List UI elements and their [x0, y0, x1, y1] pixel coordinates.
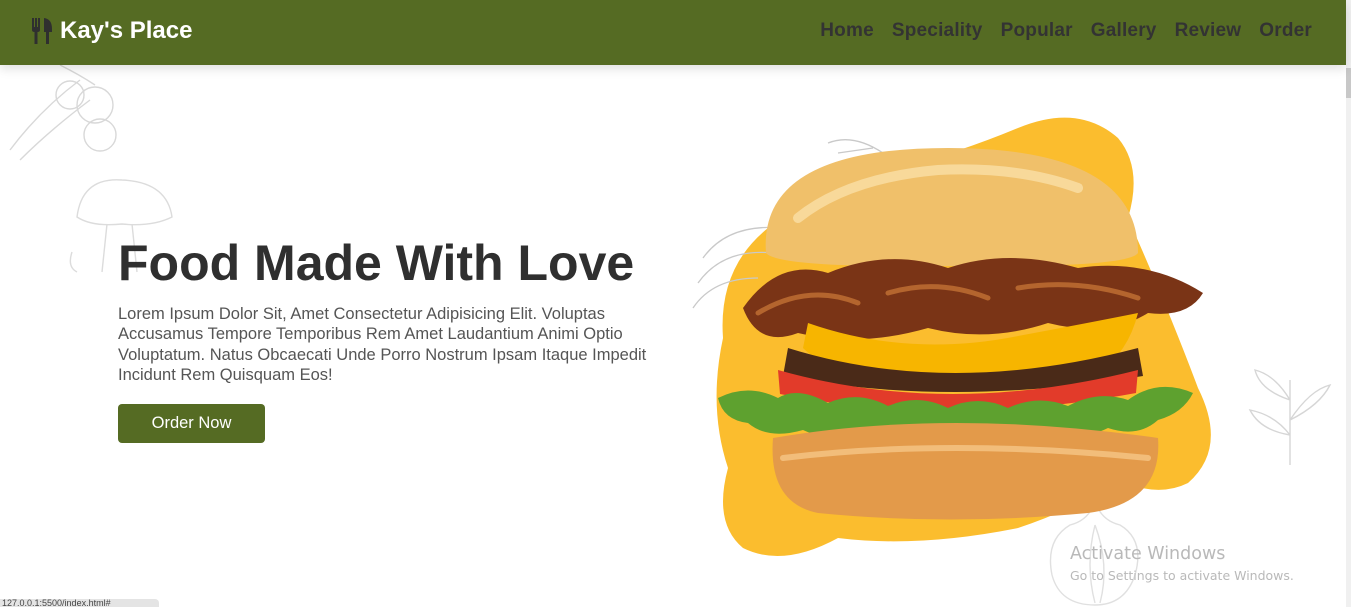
watermark-subtitle: Go to Settings to activate Windows. [1070, 568, 1294, 583]
main-nav: Home Speciality Popular Gallery Review O… [820, 20, 1312, 42]
logo-link[interactable]: Kay's Place [30, 14, 192, 48]
scrollbar-thumb[interactable] [1346, 68, 1351, 98]
burger-image [692, 117, 1211, 556]
hero-description: Lorem Ipsum Dolor Sit, Amet Consectetur … [118, 305, 647, 384]
site-header: Kay's Place Home Speciality Popular Gall… [0, 0, 1346, 65]
utensils-icon [32, 18, 52, 44]
nav-home[interactable]: Home [820, 20, 874, 42]
nav-speciality[interactable]: Speciality [892, 20, 983, 42]
watermark-title: Activate Windows [1070, 544, 1226, 564]
hero-title: Food Made With Love [118, 235, 635, 291]
page-scrollbar[interactable] [1346, 0, 1351, 607]
logo-text: Kay's Place [60, 17, 193, 44]
nav-popular[interactable]: Popular [1001, 20, 1073, 42]
nav-review[interactable]: Review [1175, 20, 1242, 42]
status-bar-url: 127.0.0.1:5500/index.html# [0, 599, 159, 607]
herb-doodle-icon [1248, 369, 1332, 465]
windows-activation-watermark: Activate Windows Go to Settings to activ… [1070, 544, 1294, 583]
vegetable-doodle-icon [9, 64, 117, 161]
nav-order[interactable]: Order [1259, 20, 1312, 42]
nav-gallery[interactable]: Gallery [1091, 20, 1157, 42]
order-now-button[interactable]: Order Now [118, 404, 265, 443]
